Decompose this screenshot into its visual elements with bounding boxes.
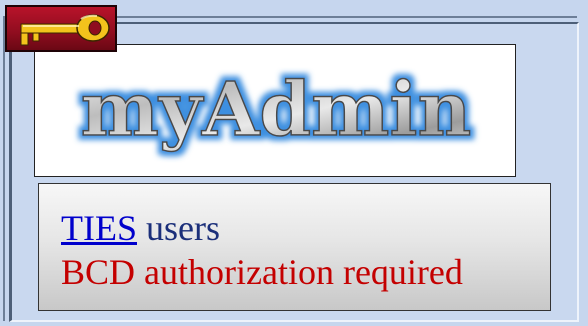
authorization-requirement: BCD authorization required xyxy=(61,252,463,292)
access-message-box: TIES users BCD authorization required xyxy=(38,183,551,311)
users-line: TIES users xyxy=(61,206,550,250)
key-icon xyxy=(5,5,117,52)
users-label: users xyxy=(146,208,220,248)
ties-link[interactable]: TIES xyxy=(61,208,137,248)
key-icon-graphic xyxy=(20,14,110,46)
myadmin-logo: myAdmin xyxy=(80,66,472,154)
logo-text: myAdmin xyxy=(81,67,472,153)
logo-box: myAdmin xyxy=(34,44,516,177)
login-page: myAdmin TIES users BCD authorization req… xyxy=(0,0,588,326)
